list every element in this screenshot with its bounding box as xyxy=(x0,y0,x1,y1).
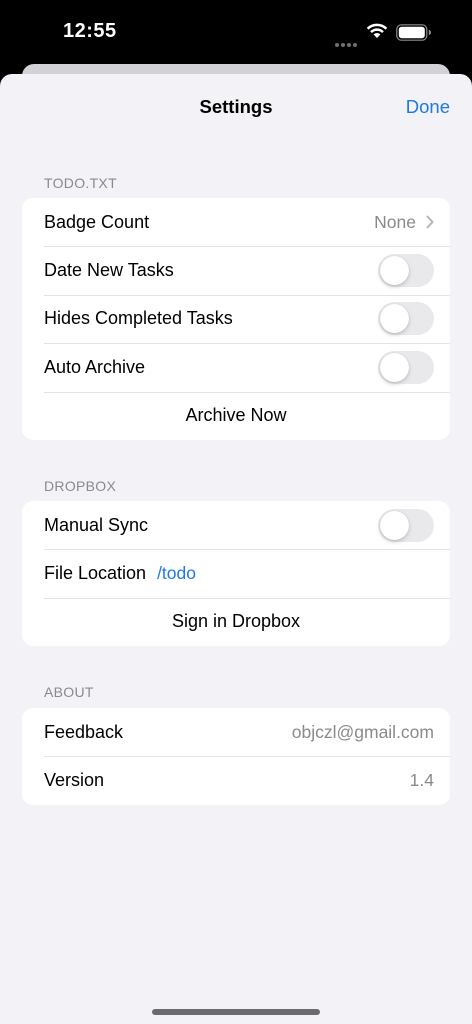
date-new-tasks-row: Date New Tasks xyxy=(22,246,450,294)
settings-sheet: Settings Done TODO.TXT Badge Count None … xyxy=(0,74,472,1024)
auto-archive-row: Auto Archive xyxy=(22,343,450,391)
hides-completed-tasks-label: Hides Completed Tasks xyxy=(44,308,233,329)
version-value: 1.4 xyxy=(409,770,434,791)
todo-settings-group: Badge Count None Date New Tasks Hides Co… xyxy=(22,198,450,440)
chevron-right-icon xyxy=(426,215,434,229)
badge-count-row[interactable]: Badge Count None xyxy=(22,198,450,246)
feedback-email: objczl@gmail.com xyxy=(291,721,434,742)
manual-sync-row: Manual Sync xyxy=(22,501,450,549)
done-button[interactable]: Done xyxy=(406,96,450,118)
badge-count-label: Badge Count xyxy=(44,211,150,232)
section-header-todo: TODO.TXT xyxy=(44,175,117,191)
dropbox-settings-group: Manual Sync File Location /todo Sign in … xyxy=(22,501,450,647)
wifi-icon xyxy=(366,23,388,38)
signal-dots-icon xyxy=(335,34,359,52)
section-header-dropbox: DROPBOX xyxy=(44,478,117,494)
date-new-tasks-label: Date New Tasks xyxy=(44,260,174,281)
toggle-knob xyxy=(380,256,409,286)
toggle-knob xyxy=(380,352,409,382)
version-label: Version xyxy=(44,770,105,791)
battery-icon xyxy=(396,24,431,41)
section-header-about: ABOUT xyxy=(44,684,94,700)
home-indicator[interactable] xyxy=(152,1009,320,1015)
feedback-label: Feedback xyxy=(44,721,124,742)
toggle-knob xyxy=(380,304,409,334)
file-location-value: /todo xyxy=(157,563,196,584)
file-location-row[interactable]: File Location /todo xyxy=(22,549,450,597)
archive-now-label: Archive Now xyxy=(185,405,287,426)
hides-completed-tasks-toggle[interactable] xyxy=(378,302,434,336)
status-bar: 12:55 xyxy=(0,0,472,64)
page-title: Settings xyxy=(199,96,273,117)
auto-archive-toggle[interactable] xyxy=(378,350,434,384)
version-row: Version 1.4 xyxy=(22,756,450,804)
manual-sync-label: Manual Sync xyxy=(44,514,149,535)
hides-completed-tasks-row: Hides Completed Tasks xyxy=(22,294,450,343)
about-group: Feedback objczl@gmail.com Version 1.4 xyxy=(22,708,450,805)
toggle-knob xyxy=(380,510,409,540)
file-location-label: File Location xyxy=(44,563,147,584)
auto-archive-label: Auto Archive xyxy=(44,356,146,377)
badge-count-value: None xyxy=(374,211,416,232)
archive-now-button[interactable]: Archive Now xyxy=(22,391,450,440)
date-new-tasks-toggle[interactable] xyxy=(378,254,434,288)
feedback-row[interactable]: Feedback objczl@gmail.com xyxy=(22,708,450,756)
sign-in-dropbox-button[interactable]: Sign in Dropbox xyxy=(22,597,450,646)
sign-in-dropbox-label: Sign in Dropbox xyxy=(171,611,301,632)
manual-sync-toggle[interactable] xyxy=(378,508,434,542)
status-time: 12:55 xyxy=(63,20,117,42)
